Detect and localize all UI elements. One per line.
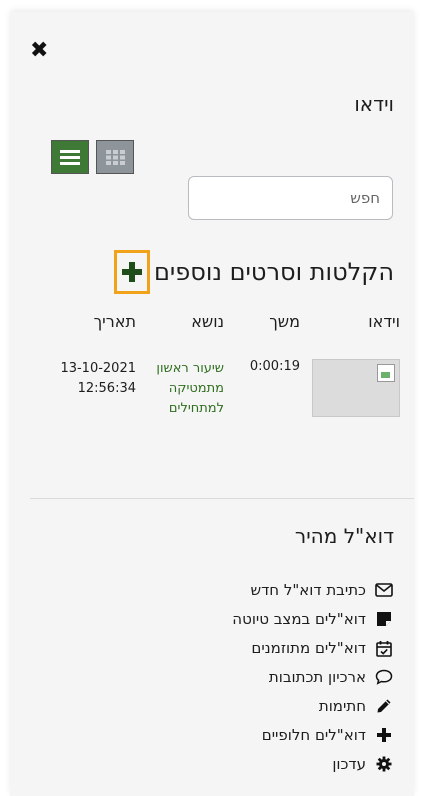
column-header-video: וידאו bbox=[368, 312, 400, 331]
video-section-title: וידאו bbox=[354, 92, 394, 116]
quick-mail-item-compose[interactable]: כתיבת דוא"ל חדש bbox=[232, 578, 394, 602]
topic-link-line[interactable]: שיעור ראשון bbox=[144, 359, 224, 379]
plus-icon bbox=[374, 725, 394, 745]
column-header-topic: נושא bbox=[191, 312, 224, 331]
quick-mail-item-signatures[interactable]: חתימות bbox=[232, 694, 394, 718]
add-recording-button[interactable] bbox=[114, 250, 150, 294]
column-header-date: תאריך bbox=[93, 312, 136, 331]
column-header-duration: משך bbox=[269, 312, 300, 331]
envelope-icon bbox=[374, 580, 394, 600]
duration-value: 0:00:19 bbox=[249, 359, 300, 374]
quick-mail-item-label: כתיבת דוא"ל חדש bbox=[250, 581, 366, 599]
quick-mail-item-label: חתימות bbox=[318, 697, 366, 715]
search-input[interactable] bbox=[188, 176, 393, 220]
quick-mail-item-label: עדכון bbox=[332, 755, 366, 773]
quick-mail-item-label: דוא"לים חלופיים bbox=[261, 726, 366, 744]
list-view-icon bbox=[60, 150, 80, 168]
time-value: 12:56:34 bbox=[77, 381, 136, 396]
gear-icon bbox=[374, 754, 394, 774]
speech-bubble-icon bbox=[374, 667, 394, 687]
grid-view-icon bbox=[106, 150, 125, 165]
quick-mail-item-archive[interactable]: ארכיון תכתובות bbox=[232, 665, 394, 689]
date-value: 13-10-2021 bbox=[60, 361, 136, 376]
broken-image-icon bbox=[377, 364, 395, 382]
recordings-heading: הקלטות וסרטים נוספים bbox=[154, 258, 394, 286]
quick-mail-item-scheduled[interactable]: דוא"לים מתוזמנים bbox=[232, 636, 394, 660]
close-icon[interactable]: ✖ bbox=[30, 38, 48, 63]
quick-mail-list: כתיבת דוא"ל חדש דוא"לים במצב טיוטה דוא"ל… bbox=[232, 578, 394, 781]
quick-mail-item-update[interactable]: עדכון bbox=[232, 752, 394, 776]
note-icon bbox=[374, 609, 394, 629]
topic-link-line[interactable]: מתמטיקה bbox=[144, 379, 224, 399]
plus-icon bbox=[122, 262, 142, 282]
recordings-heading-row: הקלטות וסרטים נוספים bbox=[114, 250, 394, 294]
recordings-table: וידאו משך נושא תאריך 0:00:19 שיעור ראשון… bbox=[34, 312, 404, 419]
grid-view-button[interactable] bbox=[96, 140, 134, 174]
quick-mail-item-label: דוא"לים במצב טיוטה bbox=[232, 610, 366, 628]
video-thumbnail[interactable] bbox=[312, 359, 400, 417]
quick-mail-title: דוא"ל מהיר bbox=[294, 524, 394, 548]
video-panel: ✖ וידאו הקלטות וסרטים נוספים וידאו משך נ… bbox=[10, 12, 414, 796]
quick-mail-item-label: דוא"לים מתוזמנים bbox=[251, 639, 366, 657]
calendar-check-icon bbox=[374, 638, 394, 658]
list-view-button[interactable] bbox=[51, 140, 89, 174]
quick-mail-item-drafts[interactable]: דוא"לים במצב טיוטה bbox=[232, 607, 394, 631]
pencil-icon bbox=[374, 696, 394, 716]
quick-mail-item-label: ארכיון תכתובות bbox=[268, 668, 366, 686]
topic-link-line[interactable]: למתחילים bbox=[144, 399, 224, 419]
section-divider bbox=[30, 498, 414, 499]
quick-mail-item-alternate[interactable]: דוא"לים חלופיים bbox=[232, 723, 394, 747]
table-row: 0:00:19 שיעור ראשון מתמטיקה למתחילים 13-… bbox=[34, 359, 404, 419]
